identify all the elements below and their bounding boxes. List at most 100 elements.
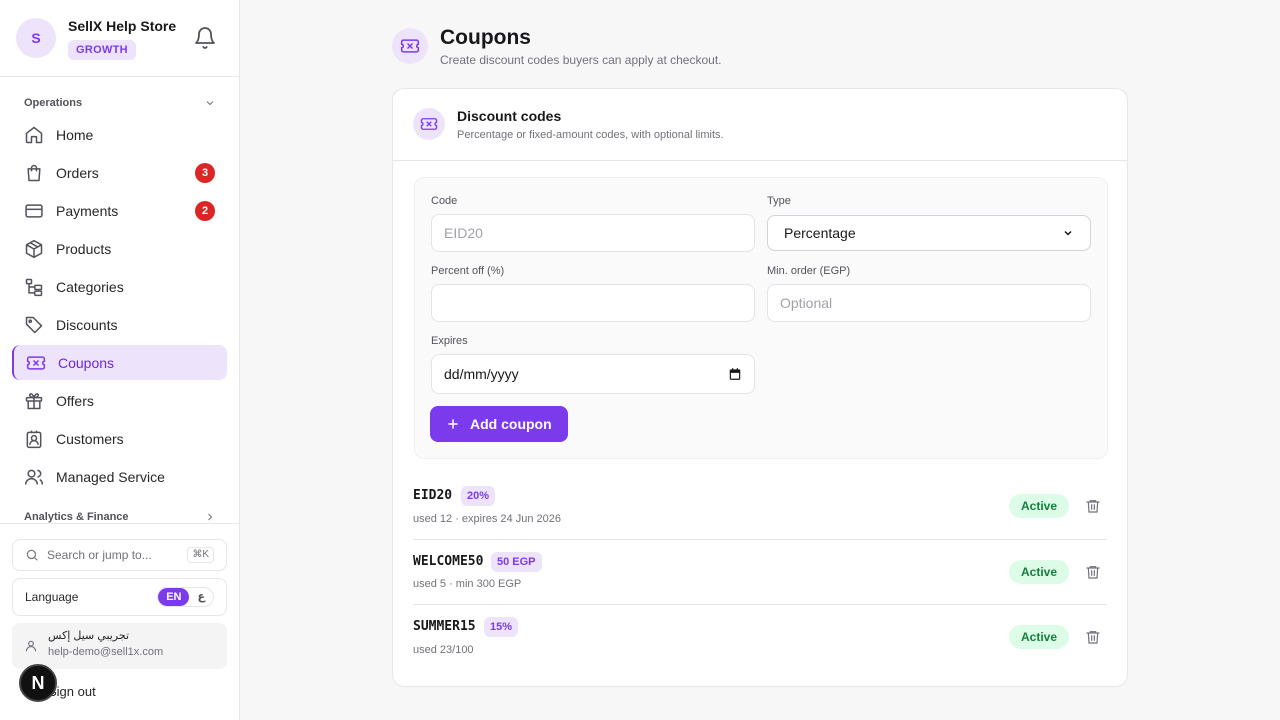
status-badge[interactable]: Active <box>1009 560 1070 584</box>
expires-value: dd/mm/yyyy <box>444 366 519 382</box>
sidebar-item-categories[interactable]: Categories <box>12 270 227 304</box>
add-coupon-button[interactable]: Add coupon <box>430 406 568 442</box>
credit-card-icon <box>25 204 43 218</box>
shopping-bag-icon <box>27 164 41 182</box>
card-ticket-icon <box>413 108 445 140</box>
sidebar-item-label: Offers <box>56 393 94 409</box>
type-select[interactable]: Percentage <box>767 215 1091 251</box>
user-name: تجريبي سيل إكس <box>48 630 130 642</box>
contact-icon <box>26 430 42 449</box>
package-icon <box>25 239 43 259</box>
coupon-meta: used 12 · expires 24 Jun 2026 <box>413 513 561 525</box>
user-icon <box>25 640 37 652</box>
gift-icon <box>25 393 43 410</box>
search-input[interactable]: Search or jump to... ⌘K <box>12 539 227 571</box>
sidebar-item-discounts[interactable]: Discounts <box>12 308 227 342</box>
add-coupon-label: Add coupon <box>470 416 552 432</box>
percent-off-label: Percent off (%) <box>431 265 505 277</box>
page-ticket-icon <box>392 28 428 64</box>
home-icon <box>25 126 43 144</box>
language-option-ar[interactable]: ع <box>189 588 213 606</box>
user-card[interactable]: تجريبي سيل إكس help-demo@sell1x.com <box>12 623 227 669</box>
chevron-right-icon <box>208 513 213 521</box>
coupon-row: SUMMER15 15% used 23/100 Active <box>413 605 1107 670</box>
bell-icon[interactable] <box>193 26 217 50</box>
chevron-down-icon <box>1064 230 1072 236</box>
min-order-input[interactable] <box>767 284 1091 322</box>
percent-off-input[interactable] <box>431 284 755 322</box>
code-input[interactable] <box>431 214 755 252</box>
section-analytics-label: Analytics & Finance <box>24 511 129 523</box>
ticket-icon <box>26 355 46 370</box>
sidebar-item-offers[interactable]: Offers <box>12 384 227 418</box>
sidebar-item-products[interactable]: Products <box>12 232 227 266</box>
sidebar-item-coupons[interactable]: Coupons <box>12 345 227 380</box>
language-label: Language <box>25 590 79 604</box>
search-placeholder: Search or jump to... <box>47 548 152 562</box>
coupon-row: EID20 20% used 12 · expires 24 Jun 2026 … <box>413 475 1107 540</box>
coupon-row: WELCOME50 50 EGP used 5 · min 300 EGP Ac… <box>413 540 1107 605</box>
sidebar-item-label: Categories <box>56 279 124 295</box>
add-coupon-form: Code Type Percentage Percent off (%) Min… <box>414 177 1108 459</box>
coupon-code: WELCOME50 <box>413 554 484 569</box>
search-shortcut: ⌘K <box>187 547 214 563</box>
ticket-icon <box>400 39 420 53</box>
sidebar-item-label: Discounts <box>56 317 118 333</box>
folder-tree-icon <box>25 278 43 297</box>
coupon-value-badge: 20% <box>461 486 496 506</box>
sidebar-item-orders[interactable]: Orders 3 <box>12 156 227 190</box>
store-header: S SellX Help Store GROWTH <box>0 0 239 77</box>
code-label: Code <box>431 195 458 207</box>
sidebar-item-label: Customers <box>56 431 124 447</box>
sidebar-item-home[interactable]: Home <box>12 118 227 152</box>
calendar-icon[interactable] <box>728 367 742 381</box>
store-avatar[interactable]: S <box>16 18 56 58</box>
users-icon <box>24 469 44 485</box>
sidebar: S SellX Help Store GROWTH Operations Hom… <box>0 0 240 720</box>
trash-icon[interactable] <box>1085 498 1101 514</box>
section-operations[interactable]: Operations <box>24 97 216 109</box>
store-name: SellX Help Store <box>68 18 177 34</box>
trash-icon[interactable] <box>1085 564 1101 580</box>
search-icon <box>26 549 38 561</box>
tag-icon <box>25 316 43 334</box>
expires-date-input[interactable]: dd/mm/yyyy <box>431 354 755 394</box>
chevron-down-icon <box>206 101 214 106</box>
coupon-meta: used 5 · min 300 EGP <box>413 578 522 590</box>
coupon-meta: used 23/100 <box>413 644 474 656</box>
coupon-value-badge: 15% <box>484 617 519 637</box>
ticket-icon <box>420 118 438 130</box>
status-badge[interactable]: Active <box>1009 494 1070 518</box>
plus-icon <box>448 419 458 429</box>
page-title: Coupons <box>440 26 531 49</box>
sidebar-item-payments[interactable]: Payments 2 <box>12 194 227 228</box>
sidebar-item-label: Home <box>56 127 94 143</box>
page-subtitle: Create discount codes buyers can apply a… <box>440 53 722 67</box>
coupon-code: SUMMER15 <box>413 619 476 634</box>
trash-icon[interactable] <box>1085 629 1101 645</box>
coupon-value-badge: 50 EGP <box>491 552 542 572</box>
sidebar-item-label: Coupons <box>58 354 115 371</box>
coupon-code: EID20 <box>413 488 453 503</box>
sidebar-item-label: Managed Service <box>56 469 165 485</box>
payments-count-badge: 2 <box>195 201 215 221</box>
sidebar-item-customers[interactable]: Customers <box>12 422 227 456</box>
section-analytics-finance[interactable]: Analytics & Finance <box>24 511 216 523</box>
user-email: help-demo@sell1x.com <box>48 646 164 658</box>
min-order-label: Min. order (EGP) <box>767 265 851 277</box>
discount-codes-card: Discount codes Percentage or fixed-amoun… <box>392 88 1128 687</box>
dev-tools-badge[interactable]: N <box>19 664 57 702</box>
orders-count-badge: 3 <box>195 163 215 183</box>
section-operations-label: Operations <box>24 97 83 109</box>
card-header: Discount codes Percentage or fixed-amoun… <box>393 89 1127 161</box>
language-option-en[interactable]: EN <box>158 588 190 606</box>
sidebar-item-label: Products <box>56 241 112 257</box>
type-selected-value: Percentage <box>784 225 856 241</box>
language-toggle[interactable]: EN ع <box>157 587 214 607</box>
sidebar-item-managed-service[interactable]: Managed Service <box>12 460 227 494</box>
status-badge[interactable]: Active <box>1009 625 1070 649</box>
expires-label: Expires <box>431 335 468 347</box>
card-title: Discount codes <box>457 108 562 124</box>
sidebar-item-label: Payments <box>56 203 119 219</box>
sidebar-item-label: Orders <box>56 165 99 181</box>
